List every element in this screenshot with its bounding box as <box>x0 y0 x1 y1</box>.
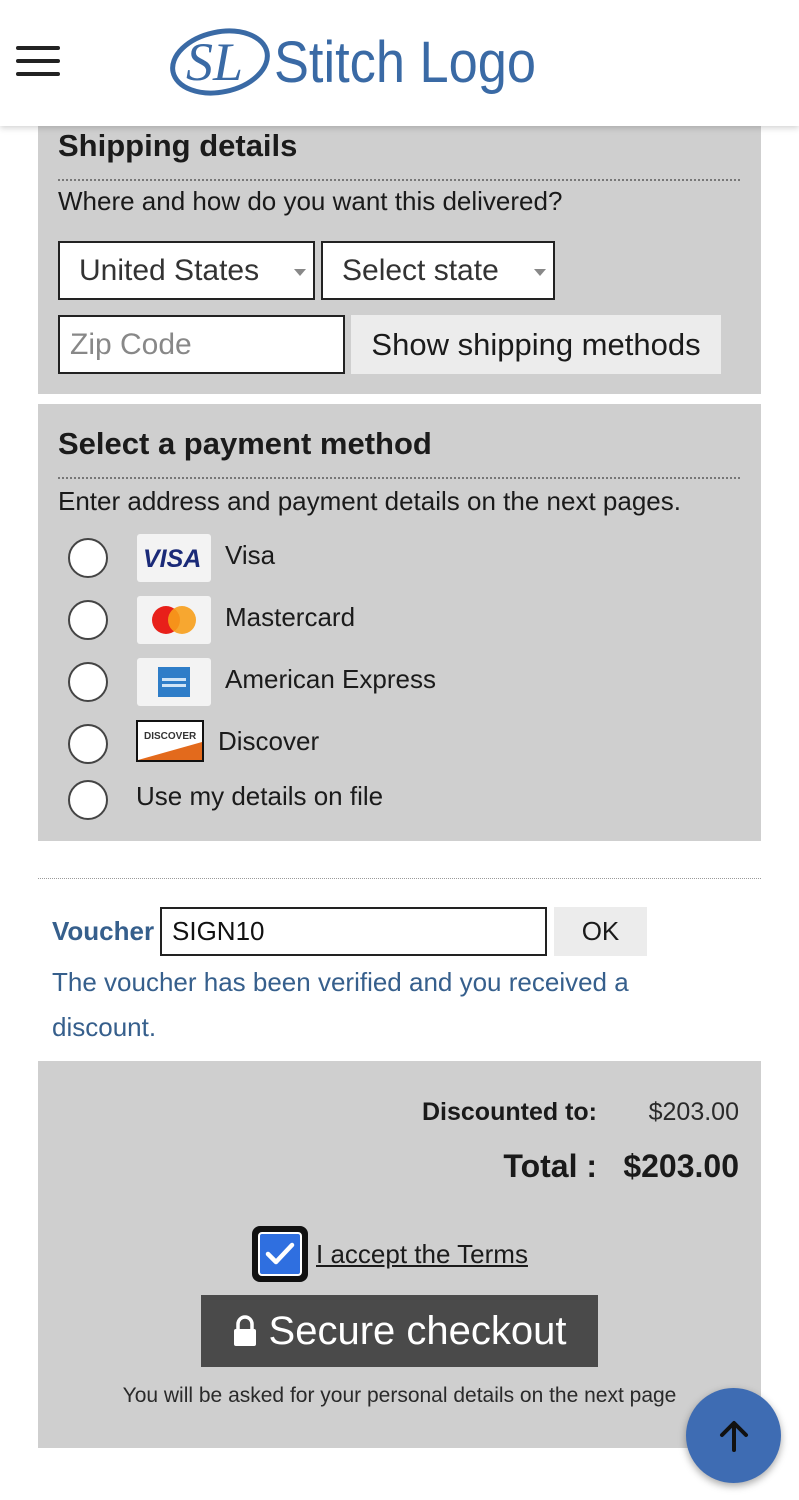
discounted-value: $203.00 <box>648 1098 739 1126</box>
discounted-label: Discounted to: <box>422 1098 597 1126</box>
mastercard-label: Mastercard <box>225 602 356 632</box>
discover-logo-icon: DISCOVER <box>136 720 204 762</box>
voucher-input[interactable]: SIGN10 <box>160 907 547 956</box>
payment-title: Select a payment method <box>58 426 432 461</box>
svg-text:VISA: VISA <box>143 545 201 573</box>
state-value: Select state <box>342 254 499 287</box>
details-on-file-radio[interactable] <box>68 780 108 820</box>
lock-icon <box>233 1315 256 1346</box>
scroll-to-top-button[interactable] <box>686 1388 781 1483</box>
mastercard-radio[interactable] <box>68 600 108 640</box>
brand-logo[interactable]: SL Stitch Logo <box>170 8 540 113</box>
checkout-note: You will be asked for your personal deta… <box>122 1384 677 1407</box>
section-divider <box>38 878 761 879</box>
checkmark-icon <box>258 1232 302 1276</box>
voucher-label: Voucher <box>52 916 155 946</box>
amex-label: American Express <box>225 664 436 694</box>
visa-label: Visa <box>225 540 276 570</box>
secure-checkout-button[interactable]: Secure checkout <box>201 1295 598 1367</box>
discover-label: Discover <box>218 726 320 756</box>
total-label: Total : <box>503 1148 597 1184</box>
visa-logo-icon: VISA <box>137 534 211 582</box>
payment-subtitle: Enter address and payment details on the… <box>58 486 681 516</box>
shipping-title: Shipping details <box>58 128 298 163</box>
amex-logo-icon <box>137 658 211 706</box>
dropdown-arrow-icon <box>534 269 546 276</box>
total-value: $203.00 <box>623 1148 739 1184</box>
zip-code-input[interactable]: Zip Code <box>58 315 345 374</box>
dropdown-arrow-icon <box>294 269 306 276</box>
logo-monogram: SL <box>186 32 243 92</box>
shipping-subtitle: Where and how do you want this delivered… <box>58 186 563 216</box>
discover-radio[interactable] <box>68 724 108 764</box>
secure-checkout-label: Secure checkout <box>268 1308 567 1353</box>
terms-link[interactable]: I accept the Terms <box>316 1239 528 1270</box>
amex-radio[interactable] <box>68 662 108 702</box>
top-header: SL Stitch Logo <box>0 0 799 126</box>
arrow-up-icon <box>719 1420 748 1452</box>
payment-method-panel: Select a payment method Enter address an… <box>38 404 761 841</box>
svg-text:DISCOVER: DISCOVER <box>144 731 197 742</box>
state-select[interactable]: Select state <box>321 241 555 300</box>
voucher-ok-button[interactable]: OK <box>554 907 647 956</box>
terms-checkbox[interactable] <box>252 1226 308 1282</box>
country-select[interactable]: United States <box>58 241 315 300</box>
country-value: United States <box>79 254 260 287</box>
voucher-verified-message: The voucher has been verified and you re… <box>52 967 629 1042</box>
menu-icon[interactable] <box>16 44 60 78</box>
mastercard-logo-icon <box>137 596 211 644</box>
show-shipping-methods-button[interactable]: Show shipping methods <box>351 315 721 374</box>
order-summary-panel: Discounted to: $203.00 Total : $203.00 I… <box>38 1061 761 1448</box>
divider <box>58 477 740 479</box>
shipping-details-panel: Shipping details Where and how do you wa… <box>38 126 761 394</box>
visa-radio[interactable] <box>68 538 108 578</box>
divider <box>58 179 740 181</box>
details-on-file-label: Use my details on file <box>136 781 384 811</box>
logo-text: Stitch Logo <box>274 30 536 95</box>
